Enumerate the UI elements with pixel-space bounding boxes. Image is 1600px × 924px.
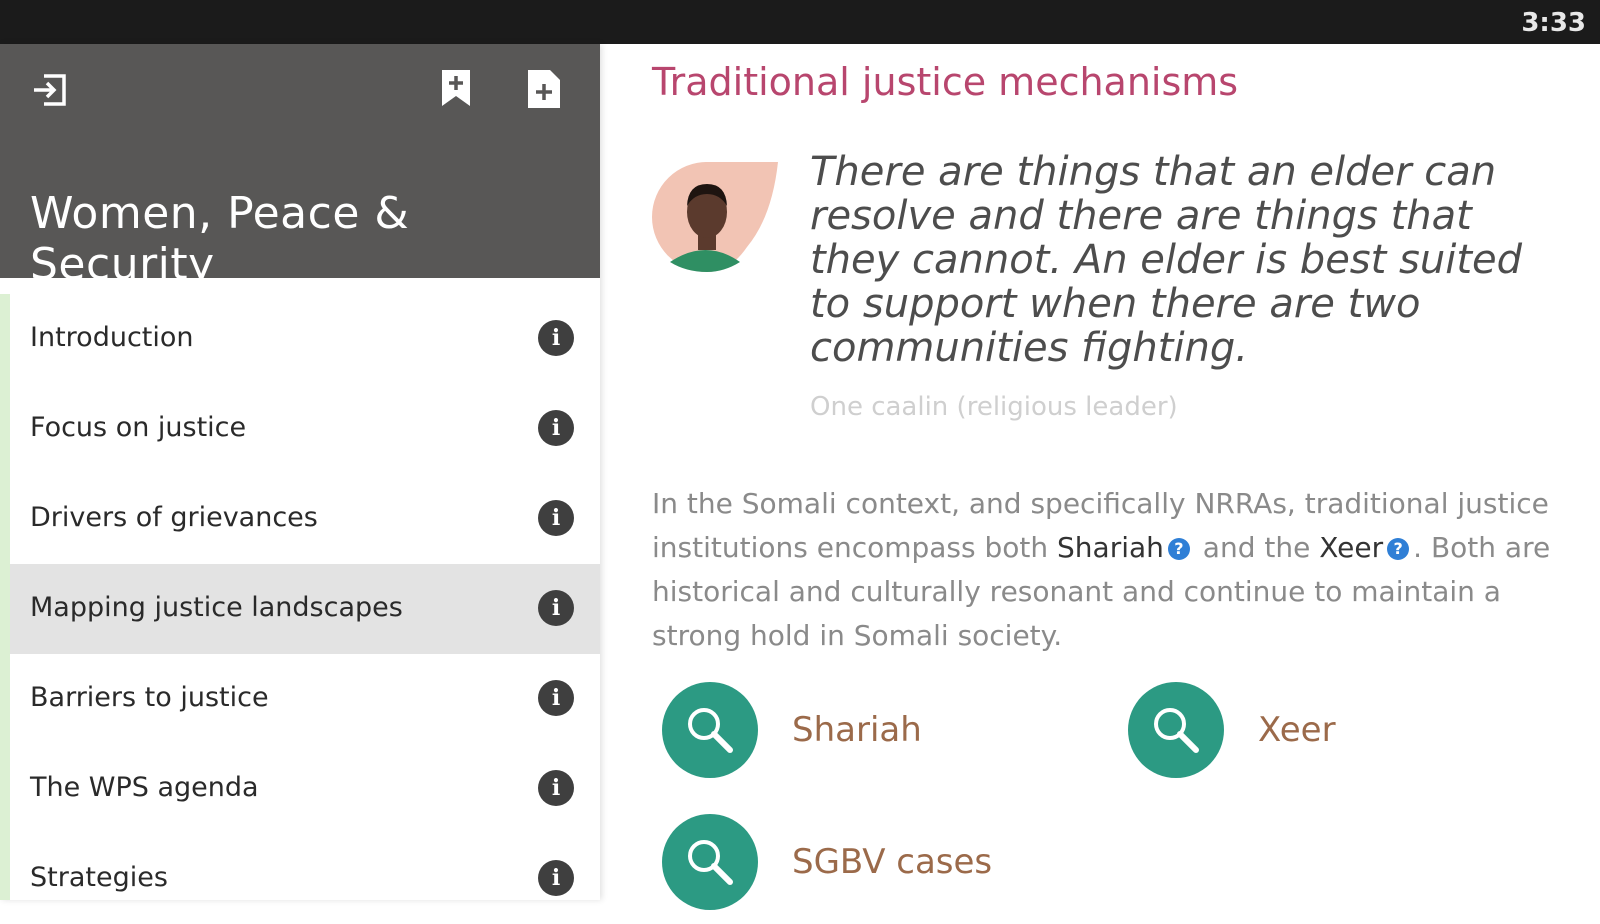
chapter-item-mapping-justice-landscapes[interactable]: Mapping justice landscapes i — [10, 564, 600, 654]
chapter-item-drivers-of-grievances[interactable]: Drivers of grievances i — [10, 474, 600, 564]
help-icon[interactable]: ? — [1167, 538, 1190, 560]
search-icon[interactable] — [662, 814, 758, 910]
content-panel: Traditional justice mechanisms There are… — [600, 44, 1600, 910]
chapter-label: The WPS agenda — [30, 772, 259, 803]
card-label: Shariah — [792, 710, 922, 750]
note-add-icon[interactable] — [526, 68, 562, 114]
help-icon[interactable]: ? — [1387, 538, 1410, 560]
body-paragraph: In the Somali context, and specifically … — [652, 482, 1552, 658]
speaker-avatar — [652, 161, 778, 272]
section-title: Traditional justice mechanisms — [652, 60, 1239, 104]
info-icon[interactable]: i — [538, 770, 574, 806]
term-link-shariah[interactable]: Shariah — [1057, 531, 1164, 564]
explore-card-sgbv-cases[interactable]: SGBV cases — [662, 814, 992, 910]
info-icon[interactable]: i — [538, 680, 574, 716]
info-icon[interactable]: i — [538, 590, 574, 626]
chapter-label: Barriers to justice — [30, 682, 269, 713]
bookmark-add-icon[interactable] — [440, 68, 472, 112]
info-icon[interactable]: i — [538, 320, 574, 356]
search-icon[interactable] — [1128, 682, 1224, 778]
explore-card-xeer[interactable]: Xeer — [1128, 682, 1336, 778]
info-icon[interactable]: i — [538, 860, 574, 896]
card-label: SGBV cases — [792, 842, 993, 882]
chapter-item-introduction[interactable]: Introduction i — [10, 294, 600, 384]
card-label: Xeer — [1258, 710, 1336, 750]
navigation-drawer: Women, Peace & Security Introduction i F… — [0, 44, 600, 900]
chapter-label: Strategies — [30, 862, 168, 893]
chapter-item-strategies[interactable]: Strategies i — [10, 834, 600, 924]
explore-card-shariah[interactable]: Shariah — [662, 682, 922, 778]
drawer-header: Women, Peace & Security — [0, 44, 600, 290]
chapter-label: Focus on justice — [30, 412, 247, 443]
progress-indicator-bar — [0, 294, 10, 900]
info-icon[interactable]: i — [538, 410, 574, 446]
app-title: Women, Peace & Security — [30, 188, 410, 290]
chapter-item-focus-on-justice[interactable]: Focus on justice i — [10, 384, 600, 474]
chapter-label: Mapping justice landscapes — [30, 592, 403, 623]
chapter-label: Drivers of grievances — [30, 502, 318, 533]
status-bar: 3:33 — [0, 0, 1600, 44]
search-icon[interactable] — [662, 682, 758, 778]
term-link-xeer[interactable]: Xeer — [1319, 531, 1383, 564]
chapter-list: Introduction i Focus on justice i Driver… — [10, 294, 600, 924]
quote-attribution: One caalin (religious leader) — [810, 392, 1178, 422]
chapter-item-barriers-to-justice[interactable]: Barriers to justice i — [10, 654, 600, 744]
exit-icon[interactable] — [30, 70, 70, 114]
chapter-label: Introduction — [30, 322, 194, 353]
info-icon[interactable]: i — [538, 500, 574, 536]
chapter-item-wps-agenda[interactable]: The WPS agenda i — [10, 744, 600, 834]
paragraph-text: and the — [1193, 531, 1320, 564]
clock: 3:33 — [1521, 8, 1586, 38]
quote-text: There are things that an elder can resol… — [810, 149, 1523, 371]
